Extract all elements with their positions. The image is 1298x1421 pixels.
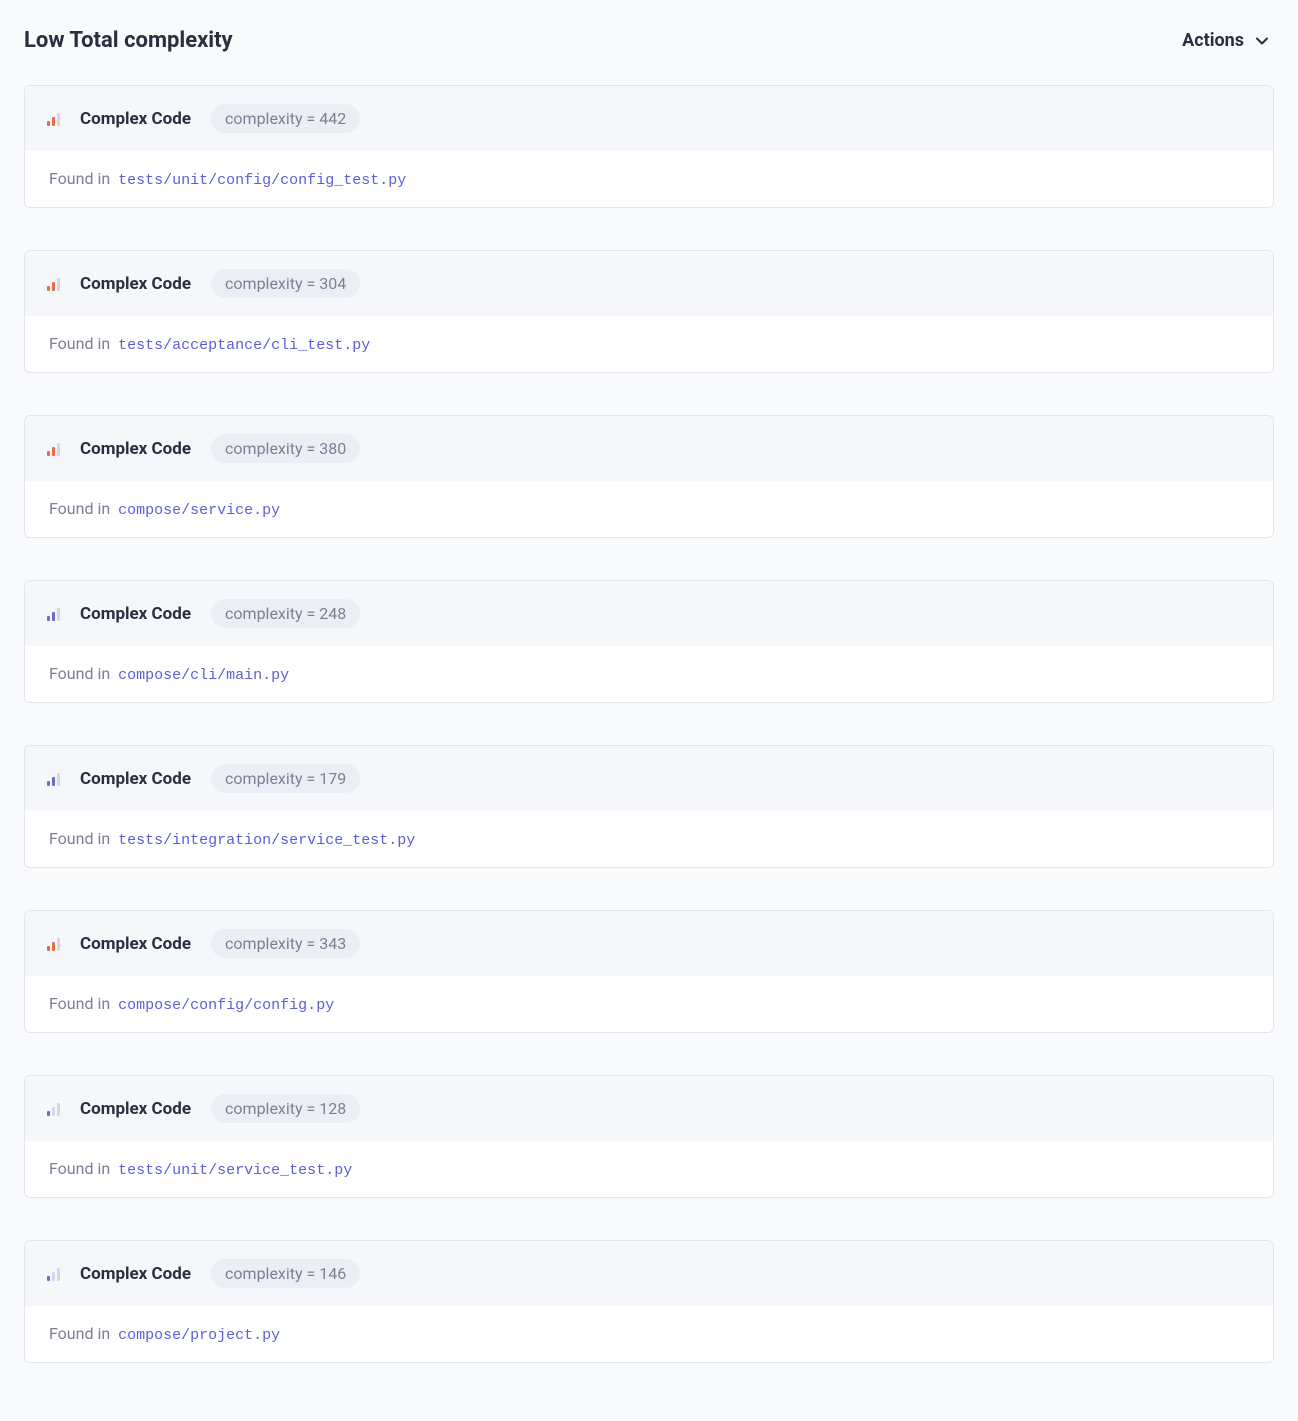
issue-card: Complex Code complexity = 179 Found in t… <box>24 745 1274 868</box>
page-header: Low Total complexity Actions <box>24 24 1274 57</box>
issue-title: Complex Code <box>80 1099 191 1119</box>
issue-card: Complex Code complexity = 442 Found in t… <box>24 85 1274 208</box>
complexity-badge: complexity = 128 <box>211 1094 360 1123</box>
file-path-link[interactable]: compose/project.py <box>118 1327 280 1344</box>
issue-card-header: Complex Code complexity = 442 <box>25 86 1273 151</box>
file-path-link[interactable]: compose/config/config.py <box>118 997 334 1014</box>
found-in-label: Found in <box>49 1324 114 1343</box>
found-in-label: Found in <box>49 169 114 188</box>
issue-card: Complex Code complexity = 304 Found in t… <box>24 250 1274 373</box>
issue-card-header: Complex Code complexity = 146 <box>25 1241 1273 1306</box>
complexity-badge: complexity = 179 <box>211 764 360 793</box>
complexity-bars-icon <box>47 442 60 456</box>
file-path-link[interactable]: tests/acceptance/cli_test.py <box>118 337 370 354</box>
complexity-bars-icon <box>47 607 60 621</box>
chevron-down-icon <box>1254 33 1270 49</box>
issue-title: Complex Code <box>80 109 191 129</box>
file-path-link[interactable]: tests/integration/service_test.py <box>118 832 415 849</box>
issue-card-body: Found in compose/project.py <box>25 1306 1273 1362</box>
complexity-badge: complexity = 380 <box>211 434 360 463</box>
complexity-badge: complexity = 146 <box>211 1259 360 1288</box>
complexity-bars-icon <box>47 772 60 786</box>
found-in-label: Found in <box>49 829 114 848</box>
found-in-label: Found in <box>49 499 114 518</box>
issue-title: Complex Code <box>80 604 191 624</box>
issue-title: Complex Code <box>80 934 191 954</box>
complexity-badge: complexity = 304 <box>211 269 360 298</box>
issue-card-body: Found in tests/acceptance/cli_test.py <box>25 316 1273 372</box>
actions-label: Actions <box>1182 30 1244 51</box>
complexity-badge: complexity = 248 <box>211 599 360 628</box>
page-title: Low Total complexity <box>24 28 233 53</box>
issue-card-body: Found in tests/unit/service_test.py <box>25 1141 1273 1197</box>
complexity-bars-icon <box>47 937 60 951</box>
complexity-badge: complexity = 442 <box>211 104 360 133</box>
file-path-link[interactable]: compose/service.py <box>118 502 280 519</box>
found-in-label: Found in <box>49 994 114 1013</box>
issue-card: Complex Code complexity = 248 Found in c… <box>24 580 1274 703</box>
issue-card-body: Found in compose/cli/main.py <box>25 646 1273 702</box>
issue-title: Complex Code <box>80 274 191 294</box>
issue-title: Complex Code <box>80 1264 191 1284</box>
issue-card-body: Found in compose/service.py <box>25 481 1273 537</box>
issue-card-body: Found in tests/integration/service_test.… <box>25 811 1273 867</box>
issue-card-header: Complex Code complexity = 179 <box>25 746 1273 811</box>
complexity-bars-icon <box>47 1102 60 1116</box>
found-in-label: Found in <box>49 334 114 353</box>
complexity-bars-icon <box>47 112 60 126</box>
file-path-link[interactable]: tests/unit/service_test.py <box>118 1162 352 1179</box>
found-in-label: Found in <box>49 664 114 683</box>
issue-card: Complex Code complexity = 380 Found in c… <box>24 415 1274 538</box>
issue-card: Complex Code complexity = 343 Found in c… <box>24 910 1274 1033</box>
issue-card-header: Complex Code complexity = 380 <box>25 416 1273 481</box>
issue-card-header: Complex Code complexity = 128 <box>25 1076 1273 1141</box>
issue-card-header: Complex Code complexity = 248 <box>25 581 1273 646</box>
issue-card-header: Complex Code complexity = 304 <box>25 251 1273 316</box>
issue-card-body: Found in compose/config/config.py <box>25 976 1273 1032</box>
file-path-link[interactable]: compose/cli/main.py <box>118 667 289 684</box>
complexity-bars-icon <box>47 277 60 291</box>
issue-card: Complex Code complexity = 128 Found in t… <box>24 1075 1274 1198</box>
issue-card-header: Complex Code complexity = 343 <box>25 911 1273 976</box>
issue-card-body: Found in tests/unit/config/config_test.p… <box>25 151 1273 207</box>
complexity-badge: complexity = 343 <box>211 929 360 958</box>
found-in-label: Found in <box>49 1159 114 1178</box>
file-path-link[interactable]: tests/unit/config/config_test.py <box>118 172 406 189</box>
issue-title: Complex Code <box>80 439 191 459</box>
complexity-bars-icon <box>47 1267 60 1281</box>
issues-list: Complex Code complexity = 442 Found in t… <box>24 85 1274 1363</box>
issue-card: Complex Code complexity = 146 Found in c… <box>24 1240 1274 1363</box>
issue-title: Complex Code <box>80 769 191 789</box>
actions-button[interactable]: Actions <box>1178 24 1274 57</box>
